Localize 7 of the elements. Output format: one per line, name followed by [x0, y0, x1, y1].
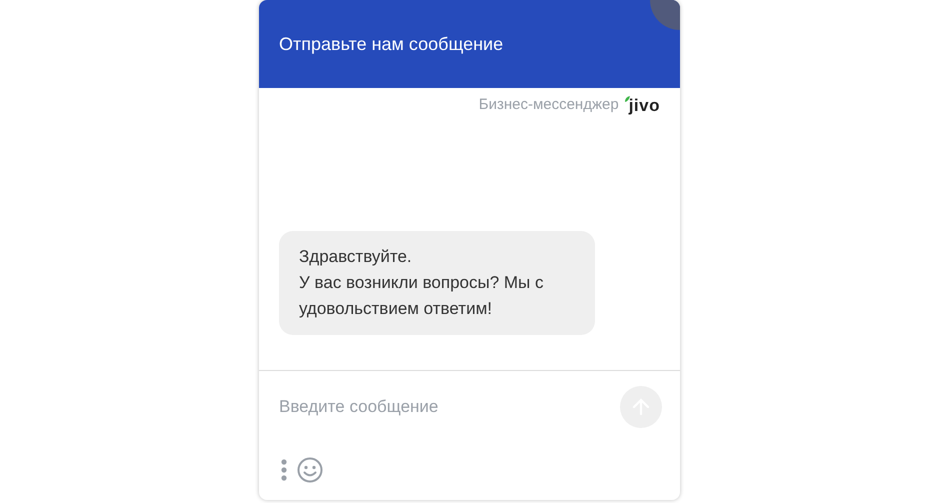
more-options-button[interactable] [279, 458, 289, 482]
branding-caption: Бизнес-мессенджер [478, 95, 619, 115]
brand-logo: jivo [628, 96, 660, 114]
chat-title: Отправьте нам сообщение [279, 32, 504, 56]
emoji-button[interactable] [297, 457, 323, 483]
leaf-icon [624, 96, 630, 102]
message-bubble: Здравствуйте. У вас возникли вопросы? Мы с удовольствием ответим! [279, 231, 595, 335]
